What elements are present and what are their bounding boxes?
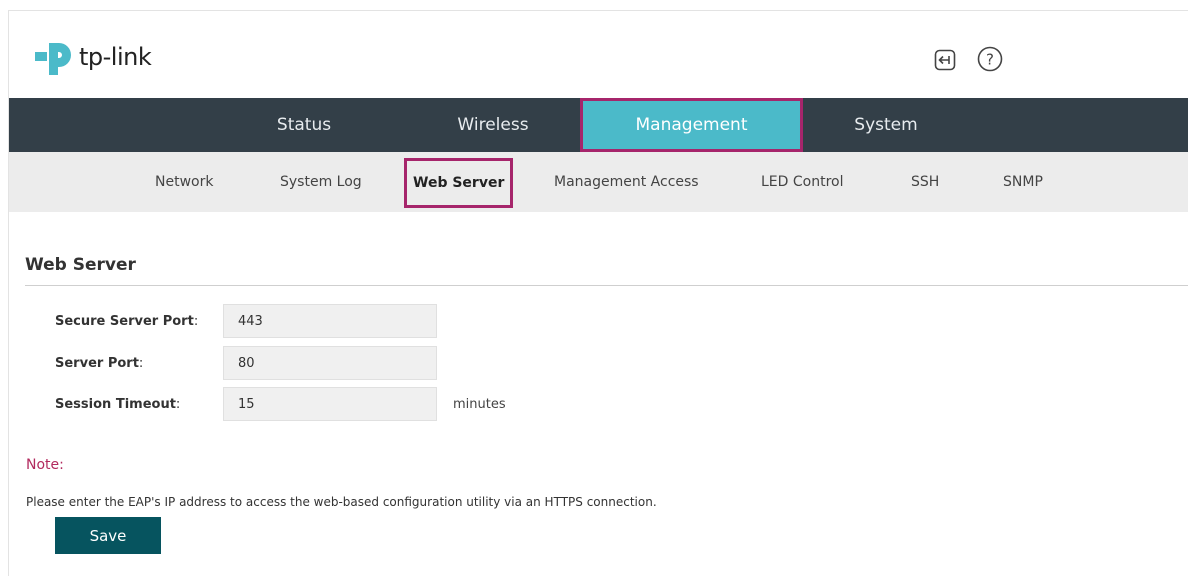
subnav-network[interactable]: Network: [155, 152, 213, 212]
tp-link-logo-mark-icon: [35, 43, 71, 75]
server-port-row: Server Port:: [55, 346, 437, 380]
session-timeout-row: Session Timeout: minutes: [55, 387, 506, 421]
note-title: Note:: [26, 457, 64, 473]
secure-server-port-label: Secure Server Port:: [55, 313, 199, 329]
app-frame: tp-link ? Status Wireless Management Sys…: [8, 10, 1188, 576]
server-port-label: Server Port:: [55, 355, 144, 371]
session-timeout-unit: minutes: [453, 396, 506, 412]
note-text: Please enter the EAP's IP address to acc…: [26, 495, 657, 509]
subnav-system-log[interactable]: System Log: [280, 152, 362, 212]
tab-wireless[interactable]: Wireless: [435, 98, 551, 152]
subnav-ssh[interactable]: SSH: [911, 152, 939, 212]
sub-nav: Network System Log Web Server Management…: [9, 152, 1188, 212]
tab-status[interactable]: Status: [249, 98, 359, 152]
save-button[interactable]: Save: [55, 517, 161, 554]
server-port-input[interactable]: [223, 346, 437, 380]
header: tp-link ?: [9, 11, 1188, 98]
logo-text: tp-link: [79, 43, 152, 71]
subnav-management-access[interactable]: Management Access: [554, 152, 699, 212]
logout-icon[interactable]: [933, 48, 957, 72]
session-timeout-input[interactable]: [223, 387, 437, 421]
svg-text:?: ?: [986, 51, 994, 69]
tp-link-logo: tp-link: [35, 39, 152, 75]
help-icon[interactable]: ?: [977, 46, 1003, 72]
main-nav: Status Wireless Management System: [9, 98, 1188, 152]
secure-server-port-row: Secure Server Port:: [55, 304, 437, 338]
section-divider: [25, 285, 1188, 286]
tab-management[interactable]: Management: [580, 98, 803, 152]
section-title: Web Server: [25, 255, 136, 275]
secure-server-port-input[interactable]: [223, 304, 437, 338]
subnav-snmp[interactable]: SNMP: [1003, 152, 1043, 212]
tab-system[interactable]: System: [829, 98, 943, 152]
subnav-led-control[interactable]: LED Control: [761, 152, 843, 212]
subnav-web-server[interactable]: Web Server: [404, 158, 514, 208]
session-timeout-label: Session Timeout:: [55, 396, 181, 412]
